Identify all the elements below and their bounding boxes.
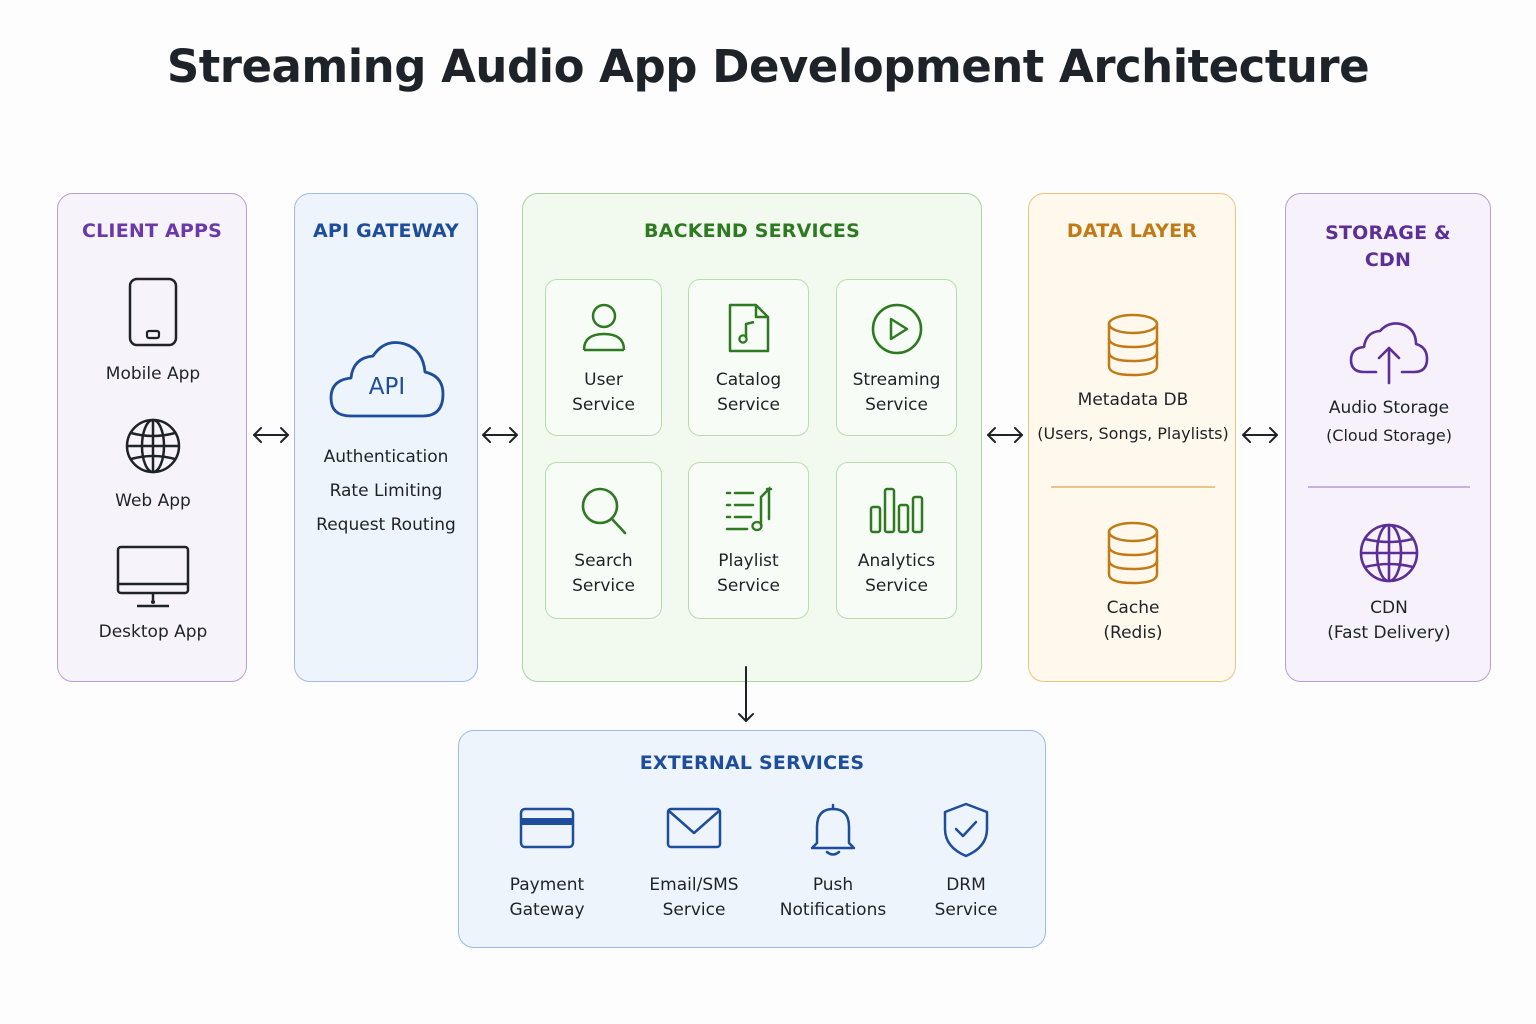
- backend-external-arrow: [738, 666, 754, 722]
- data-storage-arrow: [1242, 427, 1278, 443]
- bar-chart-icon: [869, 487, 923, 534]
- globe-icon: [1359, 523, 1419, 583]
- drm-service-item: DRM Service: [911, 801, 1021, 923]
- desktop-app-label: Desktop App: [98, 622, 208, 642]
- desktop-app-item: Desktop App: [58, 544, 248, 645]
- analytics-service-card: Analytics Service: [836, 462, 957, 619]
- drm-service-line1: DRM: [946, 875, 986, 895]
- search-service-line1: Search: [574, 551, 633, 571]
- metadata-db-label: Metadata DB: [1077, 390, 1189, 410]
- user-service-line2: Service: [572, 395, 635, 415]
- api-gateway-title: API GATEWAY: [312, 220, 460, 242]
- client-gateway-arrow: [253, 427, 289, 443]
- music-file-icon: [728, 303, 769, 353]
- smartphone-icon: [128, 277, 178, 347]
- metadata-db-item: Metadata DB (Users, Songs, Playlists): [1029, 312, 1237, 446]
- shield-check-icon: [943, 802, 989, 858]
- audio-storage-detail: (Cloud Storage): [1326, 426, 1452, 445]
- backend-services-panel: BACKEND SERVICES User Service Catalog Se…: [522, 193, 982, 682]
- gateway-feature-authentication: Authentication: [323, 447, 449, 467]
- diagram-title: Streaming Audio App Development Architec…: [166, 40, 1370, 93]
- api-cloud-icon: API: [295, 336, 479, 420]
- cloud-upload-icon: [1349, 322, 1429, 385]
- streaming-service-card: Streaming Service: [836, 279, 957, 436]
- audio-storage-item: Audio Storage (Cloud Storage): [1286, 320, 1492, 448]
- globe-icon: [125, 418, 181, 474]
- cache-detail: (Redis): [1103, 623, 1163, 643]
- user-service-line1: User: [584, 370, 623, 390]
- playlist-service-line2: Service: [717, 576, 780, 596]
- database-icon: [1107, 521, 1159, 585]
- external-services-panel: EXTERNAL SERVICES Payment Gateway Email/…: [458, 730, 1046, 948]
- mobile-app-item: Mobile App: [58, 276, 248, 387]
- storage-cdn-title-line1: STORAGE &: [1325, 222, 1451, 244]
- data-layer-panel: DATA LAYER Metadata DB (Users, Songs, Pl…: [1028, 193, 1236, 682]
- streaming-service-line2: Service: [865, 395, 928, 415]
- push-notifications-line1: Push: [812, 875, 854, 895]
- user-service-card: User Service: [545, 279, 662, 436]
- api-icon-text: API: [368, 374, 406, 400]
- mail-icon: [666, 807, 722, 849]
- bell-icon: [810, 803, 856, 856]
- storage-cdn-title-line2: CDN: [1364, 249, 1412, 271]
- playlist-service-line1: Playlist: [718, 551, 779, 571]
- email-sms-line1: Email/SMS: [649, 875, 739, 895]
- backend-services-title: BACKEND SERVICES: [644, 220, 860, 242]
- drm-service-line2: Service: [934, 900, 998, 920]
- external-services-title: EXTERNAL SERVICES: [639, 752, 865, 774]
- playlist-service-card: Playlist Service: [688, 462, 809, 619]
- data-layer-divider: [1051, 486, 1215, 488]
- gateway-backend-arrow: [482, 427, 518, 443]
- web-app-item: Web App: [58, 417, 248, 514]
- analytics-service-line2: Service: [865, 576, 928, 596]
- payment-gateway-line1: Payment: [509, 875, 585, 895]
- mobile-app-label: Mobile App: [105, 364, 201, 384]
- metadata-db-detail: (Users, Songs, Playlists): [1037, 424, 1229, 443]
- backend-data-arrow: [987, 427, 1023, 443]
- search-service-line2: Service: [572, 576, 635, 596]
- catalog-service-line1: Catalog: [715, 370, 782, 390]
- client-apps-panel: CLIENT APPS Mobile App Web App Desktop A…: [57, 193, 247, 682]
- client-apps-title: CLIENT APPS: [81, 220, 222, 242]
- playlist-icon: [725, 485, 772, 532]
- analytics-service-line1: Analytics: [857, 551, 936, 571]
- data-layer-title: DATA LAYER: [1066, 220, 1198, 242]
- email-sms-item: Email/SMS Service: [631, 805, 757, 923]
- play-icon: [871, 303, 922, 355]
- catalog-service-card: Catalog Service: [688, 279, 809, 436]
- cdn-label: CDN: [1370, 598, 1408, 618]
- user-icon: [582, 303, 625, 352]
- storage-cdn-panel: STORAGE & CDN Audio Storage (Cloud Stora…: [1285, 193, 1491, 682]
- payment-gateway-item: Payment Gateway: [487, 805, 607, 923]
- search-icon: [581, 487, 626, 535]
- email-sms-line2: Service: [662, 900, 726, 920]
- audio-storage-label: Audio Storage: [1328, 398, 1450, 418]
- cache-item: Cache (Redis): [1029, 520, 1237, 646]
- cdn-detail: (Fast Delivery): [1327, 623, 1451, 643]
- credit-card-icon: [519, 807, 575, 849]
- database-icon: [1107, 313, 1159, 377]
- catalog-service-line2: Service: [717, 395, 780, 415]
- gateway-feature-request-routing: Request Routing: [316, 515, 456, 535]
- storage-divider: [1308, 486, 1470, 488]
- payment-gateway-line2: Gateway: [509, 900, 585, 920]
- search-service-card: Search Service: [545, 462, 662, 619]
- push-notifications-item: Push Notifications: [769, 801, 897, 923]
- storage-cdn-title: STORAGE & CDN: [1286, 220, 1490, 274]
- cache-label: Cache: [1106, 598, 1160, 618]
- push-notifications-line2: Notifications: [779, 900, 887, 920]
- cdn-item: CDN (Fast Delivery): [1286, 522, 1492, 646]
- web-app-label: Web App: [115, 491, 191, 511]
- gateway-feature-rate-limiting: Rate Limiting: [329, 481, 443, 501]
- api-gateway-panel: API GATEWAY API Authentication Rate Limi…: [294, 193, 478, 682]
- monitor-icon: [116, 545, 190, 608]
- streaming-service-line1: Streaming: [852, 370, 941, 390]
